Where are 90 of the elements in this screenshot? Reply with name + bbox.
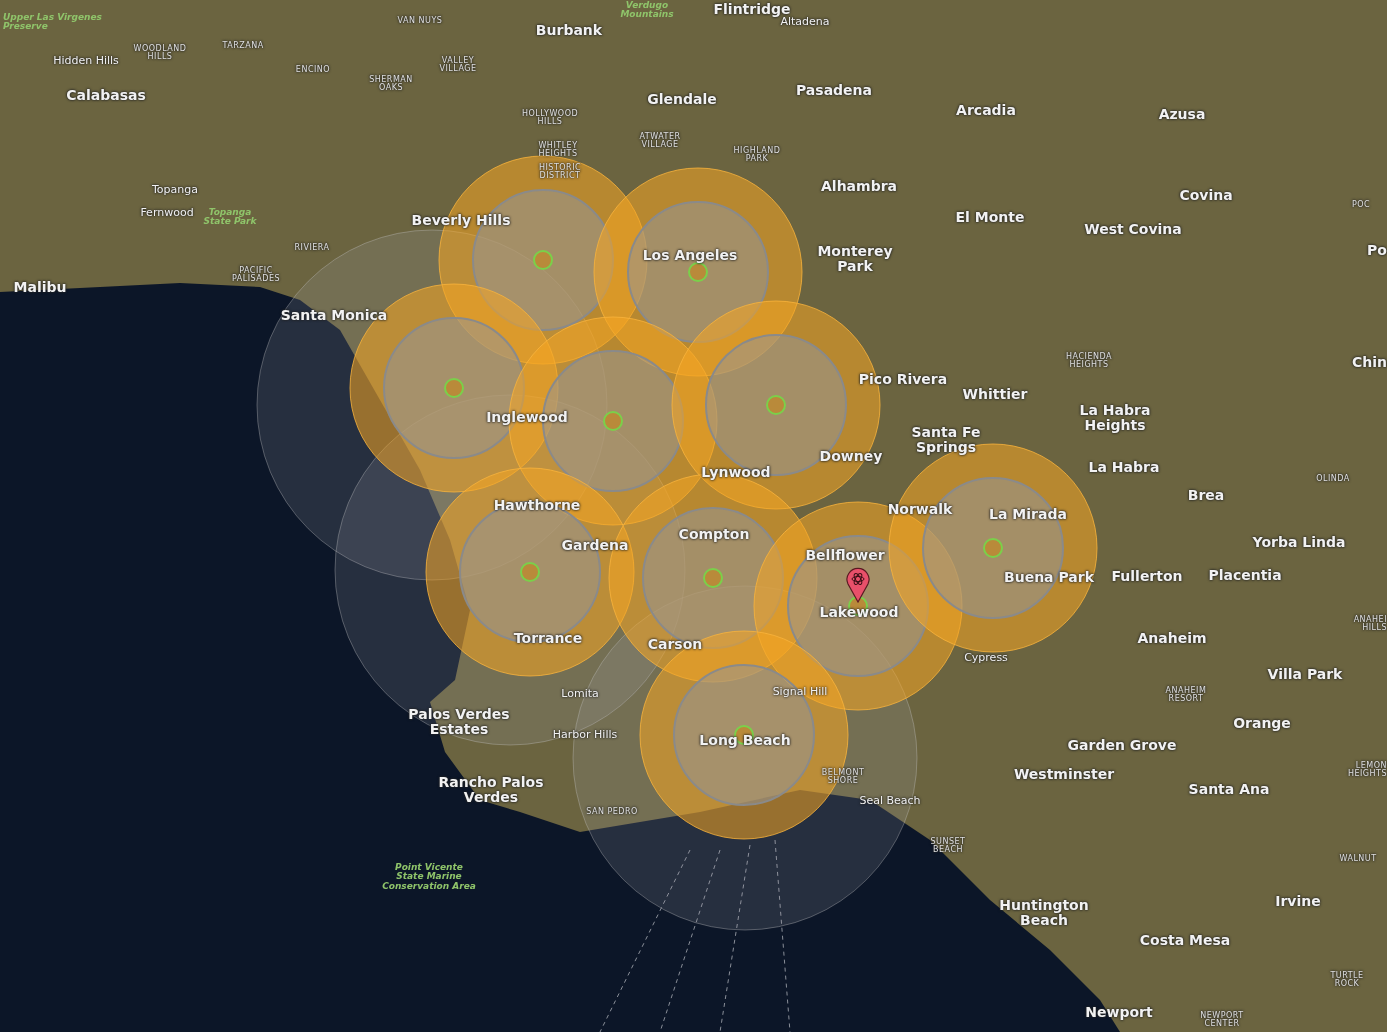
place-label: Hawthorne [493, 497, 581, 513]
place-label: Beverly Hills [411, 212, 511, 228]
place-label: Cypress [964, 652, 1008, 664]
place-label: Santa Ana [1188, 781, 1270, 797]
place-label: Pasadena [796, 82, 872, 98]
district-label: HIGHLAND PARK [733, 146, 781, 164]
place-label: Anaheim [1137, 630, 1207, 646]
place-label: Monterey Park [817, 244, 893, 274]
place-label: Azusa [1158, 106, 1206, 122]
place-label: Pico Rivera [858, 371, 948, 387]
place-label: Compton [678, 526, 750, 542]
place-label: Long Beach [699, 732, 791, 748]
district-label: RIVIERA [294, 243, 330, 253]
district-label: VALLEY VILLAGE [439, 56, 477, 74]
place-label: Costa Mesa [1139, 932, 1231, 948]
park-label: Verdugo Mountains [620, 0, 674, 20]
place-label: Norwalk [887, 501, 953, 517]
district-label: SAN PEDRO [586, 807, 638, 817]
place-label: West Covina [1084, 221, 1182, 237]
place-label: Torrance [513, 630, 583, 646]
district-label: TARZANA [222, 41, 264, 51]
place-label: Covina [1179, 187, 1233, 203]
place-label: Whittier [962, 386, 1028, 402]
place-label: Santa Fe Springs [911, 425, 981, 455]
district-label: NEWPORT CENTER [1200, 1011, 1244, 1029]
place-label: Calabasas [66, 87, 146, 103]
place-label: Irvine [1275, 893, 1321, 909]
place-label: La Habra Heights [1079, 403, 1151, 433]
place-label: Po [1367, 242, 1387, 258]
district-label: WALNUT [1339, 854, 1377, 864]
district-label: POC [1351, 200, 1371, 210]
park-label: Point Vicente State Marine Conservation Area [382, 862, 476, 892]
place-label: Arcadia [956, 102, 1016, 118]
place-label: Newport [1085, 1004, 1153, 1020]
place-label: La Mirada [989, 506, 1067, 522]
district-label: HOLLYWOOD HILLS [521, 109, 579, 127]
place-label: Carson [647, 636, 703, 652]
district-label: ANAHEI HILLS [1353, 615, 1387, 633]
place-label: Chin [1352, 354, 1387, 370]
place-label: Lomita [561, 688, 599, 700]
district-label: ANAHEIM RESORT [1165, 686, 1207, 704]
place-label: Los Angeles [642, 247, 738, 263]
place-label: Westminster [1013, 766, 1115, 782]
place-label: La Habra [1088, 459, 1160, 475]
location-pin-icon [846, 567, 870, 603]
place-label: Hidden Hills [53, 55, 119, 67]
district-label: PACIFIC PALISADES [231, 266, 281, 284]
place-label: Lakewood [819, 604, 899, 620]
place-label: Seal Beach [859, 795, 921, 807]
place-label: Downey [819, 448, 883, 464]
district-label: HACIENDA HEIGHTS [1066, 352, 1112, 370]
place-label: Palos Verdes Estates [408, 707, 510, 737]
district-label: ENCINO [295, 65, 331, 75]
place-label: Flintridge [713, 1, 791, 17]
place-label: Huntington Beach [999, 898, 1089, 928]
place-label: Altadena [780, 16, 830, 28]
place-label: Yorba Linda [1252, 534, 1346, 550]
place-label: Burbank [535, 22, 603, 38]
district-label: OLINDA [1316, 474, 1350, 484]
place-label: Malibu [13, 279, 67, 295]
place-label: Santa Monica [280, 307, 388, 323]
place-label: Harbor Hills [552, 729, 618, 741]
place-label: Orange [1233, 715, 1291, 731]
park-label: Topanga State Park [203, 207, 257, 227]
place-label: Glendale [647, 91, 717, 107]
place-label: Fullerton [1111, 568, 1183, 584]
place-label: Alhambra [821, 178, 897, 194]
district-label: HISTORIC DISTRICT [538, 163, 582, 181]
place-label: Villa Park [1267, 666, 1343, 682]
place-label: Inglewood [486, 409, 568, 425]
place-label: Topanga [152, 184, 198, 196]
place-label: Signal Hill [772, 686, 828, 698]
district-label: ATWATER VILLAGE [639, 132, 681, 150]
place-label: Garden Grove [1067, 737, 1177, 753]
place-label: Lynwood [701, 464, 771, 480]
place-label: Fernwood [140, 207, 194, 219]
district-label: LEMON HEIGHTS [1347, 761, 1387, 779]
park-label: Upper Las Virgenes Preserve [3, 12, 102, 32]
place-label: El Monte [955, 209, 1025, 225]
place-label: Placentia [1208, 567, 1282, 583]
place-label: Bellflower [805, 547, 885, 563]
district-label: WHITLEY HEIGHTS [538, 141, 578, 159]
district-label: VAN NUYS [397, 16, 443, 26]
district-label: SHERMAN OAKS [369, 75, 413, 93]
district-label: TURTLE ROCK [1330, 971, 1364, 989]
place-label: Rancho Palos Verdes [438, 775, 544, 805]
place-label: Gardena [561, 537, 629, 553]
place-label: Brea [1187, 487, 1225, 503]
place-label: Buena Park [1004, 569, 1094, 585]
district-label: WOODLAND HILLS [133, 44, 187, 62]
